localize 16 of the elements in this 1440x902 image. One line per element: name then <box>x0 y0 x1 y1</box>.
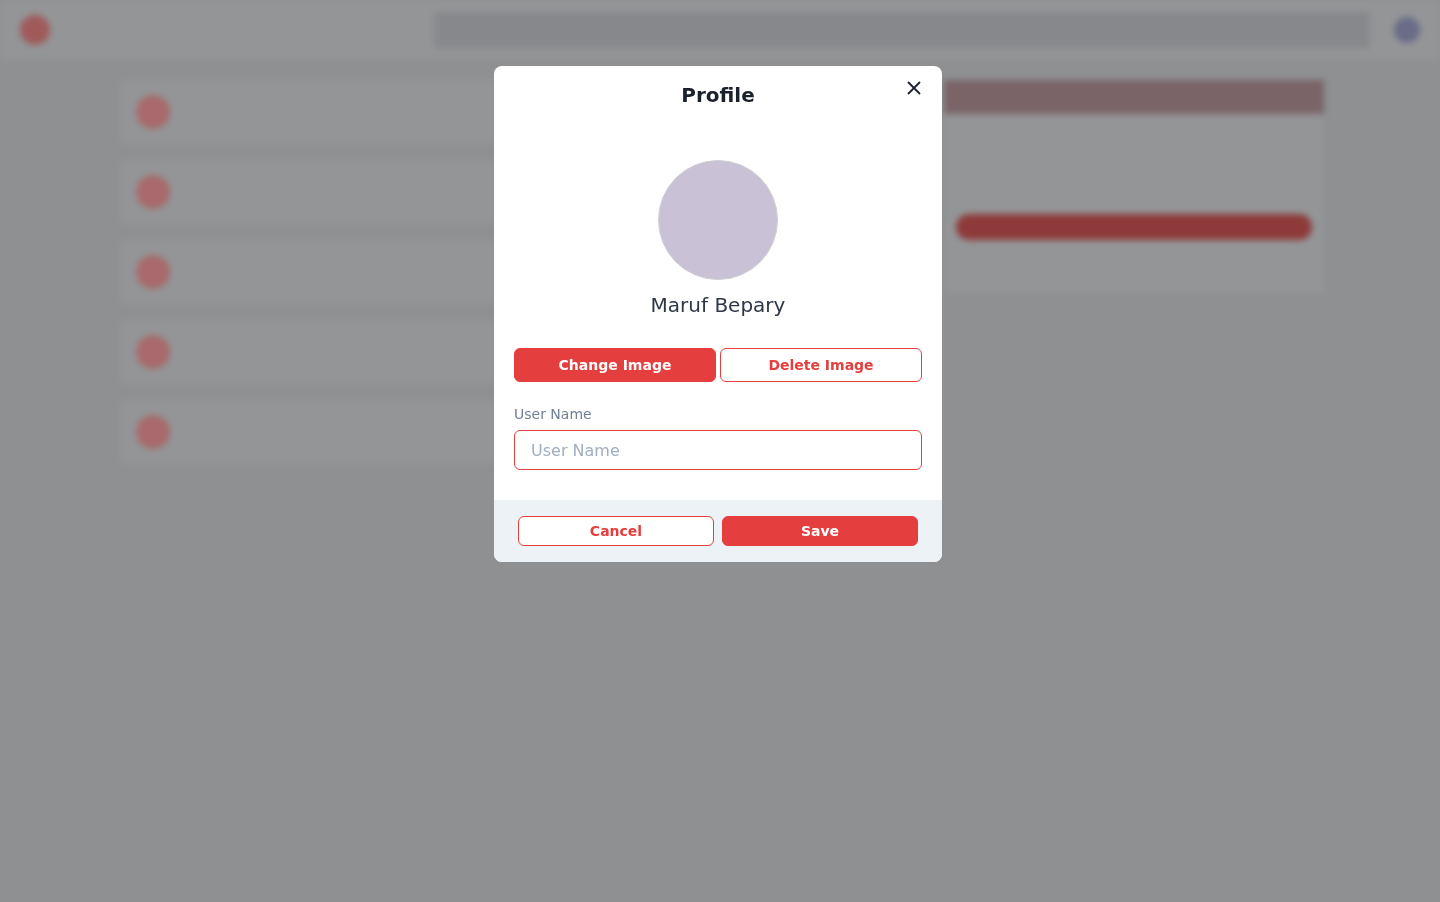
close-icon[interactable] <box>906 80 922 96</box>
user-name-field[interactable]: User Name <box>514 430 922 470</box>
field-label: User Name <box>514 405 593 424</box>
image-button[interactable]: Delete Image <box>720 348 922 382</box>
logo-icon <box>20 15 50 45</box>
community-avatar-icon <box>136 255 170 289</box>
community-avatar-icon <box>136 175 170 209</box>
community-avatar-icon <box>136 415 170 449</box>
footer-button[interactable]: Save <box>722 516 918 546</box>
community-avatar-icon <box>136 335 170 369</box>
user-avatar-icon <box>1394 17 1420 43</box>
community-avatar-icon <box>136 95 170 129</box>
user-name: Maruf Bepary <box>650 292 786 319</box>
dialog-title: Profile <box>681 82 755 109</box>
footer-button[interactable]: Cancel <box>518 516 714 546</box>
image-button[interactable]: Change Image <box>514 348 716 382</box>
